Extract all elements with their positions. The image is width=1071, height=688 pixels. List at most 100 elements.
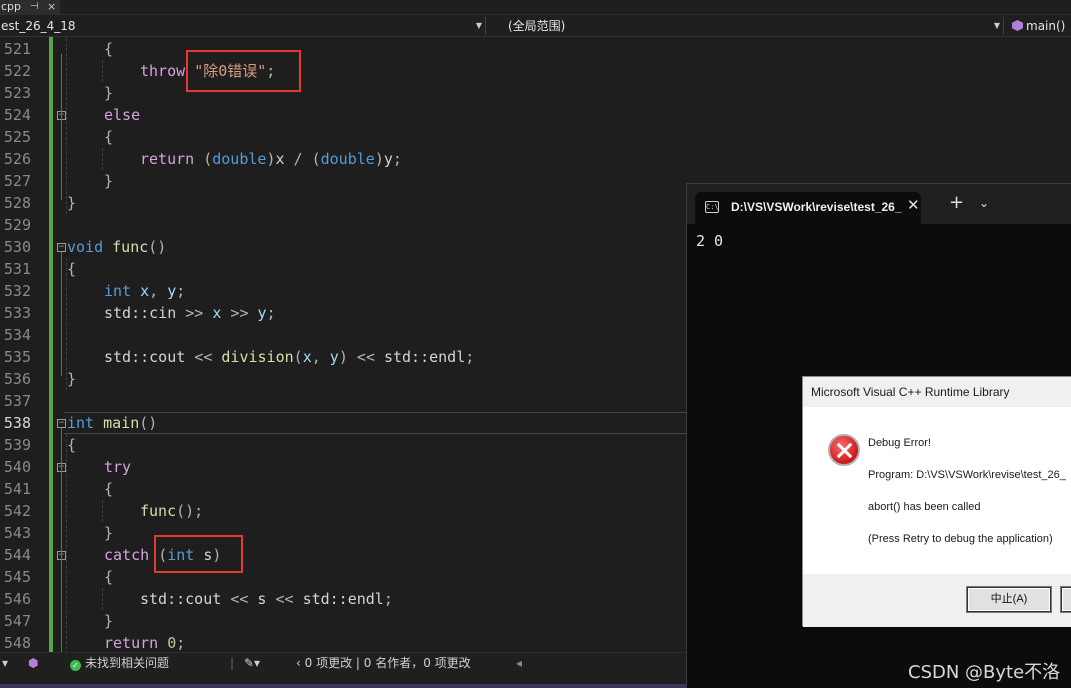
git-changes-indicator[interactable]: ‹ 0 项更改 | 0 名作者，0 项更改 (296, 653, 471, 673)
retry-button[interactable] (1061, 587, 1071, 612)
code-text: } (104, 170, 113, 192)
chevron-down-icon: ▼ (993, 21, 1000, 30)
fold-toggle-icon[interactable]: − (57, 419, 66, 428)
abort-button[interactable]: 中止(A) (967, 587, 1051, 612)
code-token: { (104, 480, 114, 498)
indent-guide (66, 38, 67, 214)
issues-indicator[interactable]: ✓ 未找到相关问题 (70, 653, 169, 673)
line-number: 532 (3, 282, 31, 300)
code-token: ; (392, 150, 402, 168)
code-token: 0 (167, 634, 177, 652)
indent-guide (102, 60, 103, 82)
code-line[interactable]: 533 std::cin >> x >> y; (0, 302, 686, 324)
code-token: << (230, 590, 258, 608)
code-line[interactable]: 545 { (0, 566, 686, 588)
code-token: { (104, 40, 114, 58)
line-number: 522 (3, 62, 31, 80)
indent-guide (66, 258, 67, 390)
code-token: x (302, 348, 312, 366)
code-token: int (104, 282, 141, 300)
code-line[interactable]: 521 { (0, 38, 686, 60)
code-line[interactable]: 538 − int main() (0, 412, 686, 434)
dialog-message: abort() has been called (868, 501, 981, 513)
code-line[interactable]: 543} (0, 522, 686, 544)
project-dropdown[interactable]: est_26_4_18 ▼ (0, 17, 486, 35)
line-number: 545 (3, 568, 31, 586)
close-tab-icon[interactable]: × (47, 0, 56, 13)
code-line[interactable]: 531 { (0, 258, 686, 280)
code-line[interactable]: 541 { (0, 478, 686, 500)
code-line[interactable]: 536} (0, 368, 686, 390)
code-text: func(); (140, 500, 203, 522)
code-token: std::cout (104, 348, 195, 366)
fold-toggle-icon[interactable]: − (57, 243, 66, 252)
code-token: } (104, 172, 114, 190)
code-token: { (67, 260, 77, 278)
code-token: x (140, 282, 150, 300)
code-token: (); (176, 502, 204, 520)
code-token: std::endl (302, 590, 384, 608)
code-text: std::cout << s << std::endl; (140, 588, 393, 610)
line-number: 528 (3, 194, 31, 212)
brush-icon[interactable]: ✎▾ (244, 653, 260, 673)
code-line[interactable]: 535 std::cout << division(x, y) << std::e… (0, 346, 686, 368)
code-token: std::cin (104, 304, 186, 322)
code-token: func (140, 502, 177, 520)
code-line[interactable]: 523} (0, 82, 686, 104)
fold-line (61, 428, 62, 652)
code-token: , (149, 282, 168, 300)
code-text: int main() (67, 412, 157, 434)
code-line[interactable]: 547} (0, 610, 686, 632)
project-dropdown-value: est_26_4_18 (1, 19, 76, 33)
code-editor[interactable]: 521{522 throw "除0错误"; 523} 524− else 525{526 r… (0, 37, 686, 652)
code-token: double (320, 150, 375, 168)
navigation-bar: est_26_4_18 ▼ (全局范围) ▼ main() (0, 15, 1071, 37)
code-line[interactable]: 525 { (0, 126, 686, 148)
code-text: { (67, 258, 76, 280)
function-dropdown[interactable]: main() (1008, 17, 1071, 35)
line-number: 521 (3, 40, 31, 58)
code-line[interactable]: 532 int x, y; (0, 280, 686, 302)
code-line[interactable]: 529 (0, 214, 686, 236)
line-number: 537 (3, 392, 31, 410)
code-line[interactable]: 540− try (0, 456, 686, 478)
code-token: catch (104, 546, 159, 564)
chevron-down-icon: ▼ (475, 21, 482, 30)
fold-line (61, 252, 62, 376)
error-icon (828, 434, 860, 466)
copilot-icon[interactable]: ⬢ (28, 653, 38, 673)
code-line[interactable]: 548 return 0; (0, 632, 686, 652)
line-number: 526 (3, 150, 31, 168)
indent-guide (102, 500, 103, 522)
scroll-left-icon[interactable]: ◂ (516, 653, 522, 673)
code-token: ; (176, 634, 186, 652)
code-line[interactable]: 528} (0, 192, 686, 214)
line-number: 539 (3, 436, 31, 454)
code-line[interactable]: 524− else (0, 104, 686, 126)
line-number: 544 (3, 546, 31, 564)
code-token: ; (383, 590, 393, 608)
code-token: >> (185, 304, 213, 322)
code-line[interactable]: 544− catch (int s) (0, 544, 686, 566)
code-token: main (103, 414, 140, 432)
terminal-tab[interactable]: C:\ D:\VS\VSWork\revise\test_26_ ✕ (695, 192, 921, 224)
code-line[interactable]: 534 (0, 324, 686, 346)
scope-dropdown[interactable]: (全局范围) ▼ (492, 17, 1004, 35)
code-token: func (112, 238, 149, 256)
window-edge (0, 684, 686, 688)
code-line[interactable]: 530 − void func() (0, 236, 686, 258)
document-tab-label: cpp (1, 0, 22, 13)
new-tab-plus-icon[interactable]: + (949, 194, 964, 212)
chevron-down-icon[interactable]: ⌄ (979, 196, 989, 210)
code-token: ) << (338, 348, 384, 366)
scope-dropdown-value: (全局范围) (508, 19, 566, 33)
line-number: 523 (3, 84, 31, 102)
code-line[interactable]: 537 (0, 390, 686, 412)
code-line[interactable]: 539 { (0, 434, 686, 456)
code-line[interactable]: 527} (0, 170, 686, 192)
close-icon[interactable]: ✕ (907, 196, 920, 214)
zoom-dropdown-icon[interactable]: ▾ (2, 653, 8, 673)
code-token: return (140, 150, 204, 168)
code-token: ; (266, 304, 276, 322)
pin-icon[interactable]: ⊣ (30, 0, 39, 13)
